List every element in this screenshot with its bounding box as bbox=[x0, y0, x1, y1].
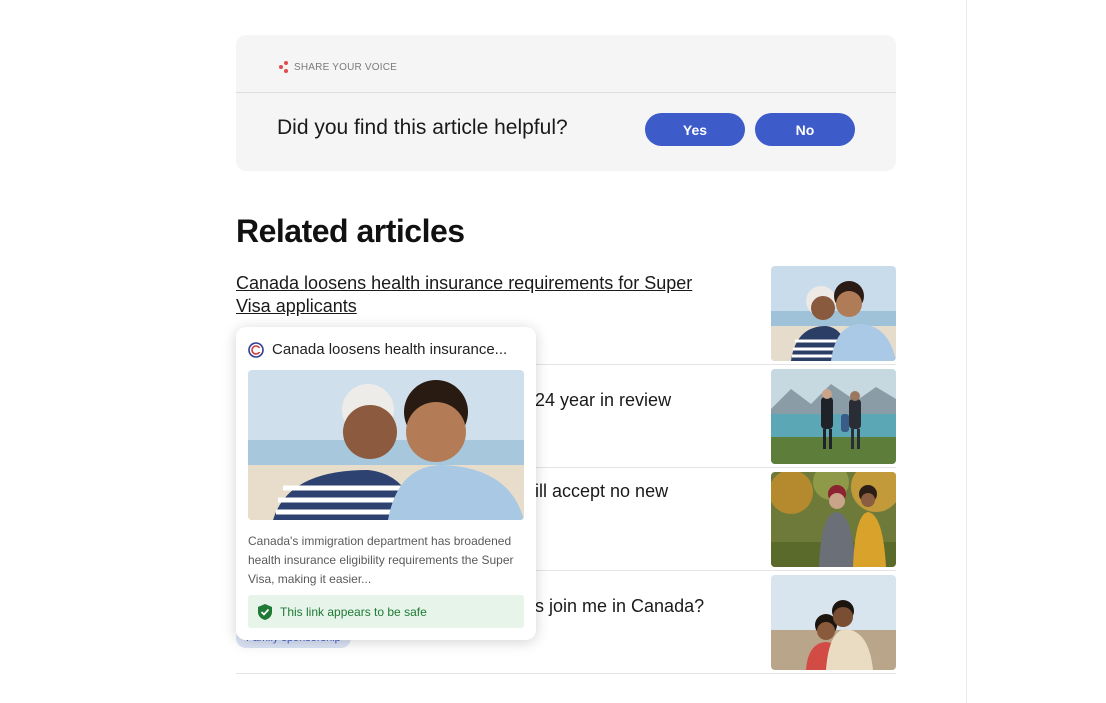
article-link-join-canada[interactable]: s join me in Canada? bbox=[535, 595, 704, 618]
link-preview-header: Canada loosens health insurance... bbox=[248, 341, 507, 358]
site-logo-icon bbox=[248, 341, 264, 358]
feedback-question: Did you find this article helpful? bbox=[277, 116, 568, 139]
feedback-divider bbox=[236, 92, 896, 93]
link-safety-text: This link appears to be safe bbox=[280, 604, 427, 619]
link-preview-description: Canada's immigration department has broa… bbox=[248, 534, 514, 586]
article-thumbnail-3[interactable] bbox=[771, 472, 896, 567]
shield-check-icon bbox=[258, 603, 272, 620]
article-divider bbox=[236, 673, 896, 674]
feedback-eyebrow: SHARE YOUR VOICE bbox=[279, 61, 397, 73]
article-link-year-in-review[interactable]: 24 year in review bbox=[535, 389, 671, 412]
article-thumbnail-1[interactable] bbox=[771, 266, 896, 361]
related-articles-heading: Related articles bbox=[236, 213, 465, 249]
page-right-border bbox=[966, 0, 967, 703]
article-link-no-new[interactable]: ill accept no new bbox=[535, 480, 668, 503]
link-preview-popover[interactable]: Canada loosens health insurance... Canad… bbox=[236, 327, 536, 640]
link-preview-title: Canada loosens health insurance... bbox=[272, 341, 508, 358]
yes-button[interactable]: Yes bbox=[645, 113, 745, 146]
link-preview-image bbox=[248, 370, 524, 520]
no-button[interactable]: No bbox=[755, 113, 855, 146]
feedback-eyebrow-label: SHARE YOUR VOICE bbox=[294, 61, 398, 73]
article-thumbnail-2[interactable] bbox=[771, 369, 896, 464]
feedback-card: SHARE YOUR VOICE Did you find this artic… bbox=[236, 35, 896, 171]
link-safety-banner: This link appears to be safe bbox=[248, 595, 524, 628]
article-thumbnail-4[interactable] bbox=[771, 575, 896, 670]
article-link-super-visa[interactable]: Canada loosens health insurance requirem… bbox=[236, 272, 706, 318]
share-voice-icon bbox=[279, 61, 289, 73]
